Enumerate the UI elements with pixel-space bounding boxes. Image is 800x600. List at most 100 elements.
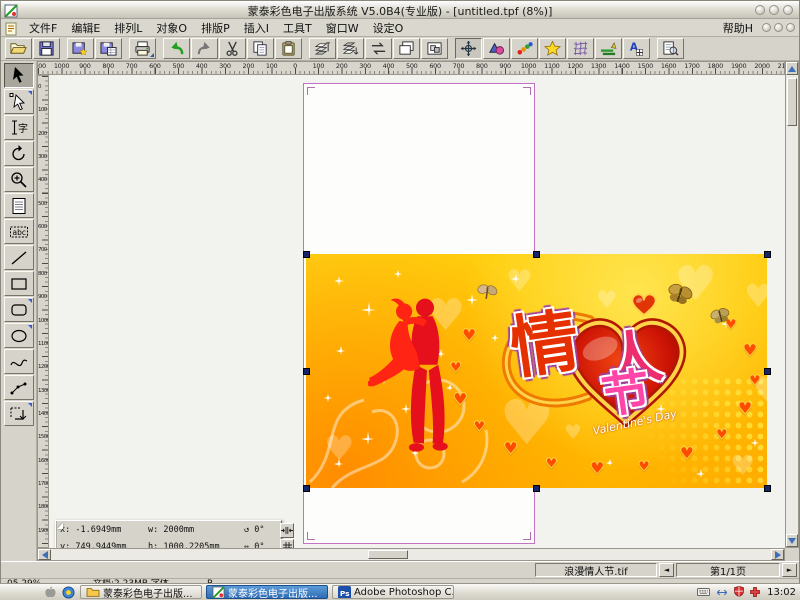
menu-item-1[interactable]: 文件F: [22, 19, 64, 37]
doc-restore-button[interactable]: [774, 23, 783, 32]
cut-button[interactable]: [219, 38, 246, 59]
export-image-button[interactable]: [67, 38, 94, 59]
paste-button[interactable]: [275, 38, 302, 59]
quick-launch-icon[interactable]: [61, 585, 76, 599]
canvas[interactable]: ♥♥♥♥♥♥♥♥♥♥♥: [49, 75, 787, 548]
h-ruler-label: 400: [196, 62, 208, 70]
h-ruler-label: 200: [336, 62, 348, 70]
duplicate-button[interactable]: [393, 38, 420, 59]
shield-icon[interactable]: [733, 583, 745, 600]
menu-item-7[interactable]: 工具T: [276, 19, 319, 37]
selection-handle[interactable]: [764, 485, 771, 492]
doc-close-button[interactable]: [786, 23, 795, 32]
undo-icon: [167, 40, 186, 57]
snap-toggle-button[interactable]: [280, 523, 294, 538]
rotate-tool-icon: [8, 144, 30, 164]
selection-handle[interactable]: [533, 251, 540, 258]
mesh-button[interactable]: [567, 38, 594, 59]
horizontal-scroll-thumb[interactable]: [368, 550, 408, 559]
doc-minimize-button[interactable]: [762, 23, 771, 32]
menu-item-5[interactable]: 排版P: [194, 19, 237, 37]
colors-button[interactable]: [511, 38, 538, 59]
menu-item-4[interactable]: 对象O: [149, 19, 194, 37]
next-page-button[interactable]: ►: [782, 563, 797, 577]
page-tool-button[interactable]: [4, 193, 34, 218]
star-button[interactable]: [539, 38, 566, 59]
h-ruler-label: 2000: [754, 62, 769, 70]
keyboard-icon[interactable]: [696, 583, 711, 600]
send-back-button[interactable]: [337, 38, 364, 59]
network-icon[interactable]: [715, 583, 729, 600]
shapes-button[interactable]: [483, 38, 510, 59]
apple-icon[interactable]: [42, 585, 57, 599]
undo-button[interactable]: [163, 38, 190, 59]
minimize-button[interactable]: [755, 5, 765, 15]
info-box-grip[interactable]: [56, 521, 57, 548]
v-ruler-label: 900: [38, 294, 49, 300]
ring-heart: ♥: [503, 441, 518, 458]
menu-item-9[interactable]: 设定O: [366, 19, 411, 37]
preview-button[interactable]: [657, 38, 684, 59]
scroll-right-button[interactable]: [771, 549, 784, 560]
select-tool-button[interactable]: [4, 63, 34, 88]
combine-button[interactable]: [421, 38, 448, 59]
menu-item-6[interactable]: 插入I: [237, 19, 276, 37]
node-select-tool-button[interactable]: [4, 89, 34, 114]
selection-handle[interactable]: [764, 368, 771, 375]
rect-tool-button[interactable]: [4, 271, 34, 296]
h-ruler-label: 300: [219, 62, 231, 70]
svg-text:abc: abc: [12, 227, 25, 236]
polyline-tool-button[interactable]: [4, 375, 34, 400]
selection-handle[interactable]: [303, 485, 310, 492]
text-format-button[interactable]: A: [623, 38, 650, 59]
round-rect-tool-button[interactable]: [4, 297, 34, 322]
previous-item-button[interactable]: ◄: [659, 563, 674, 577]
copy-button[interactable]: [247, 38, 274, 59]
menu-item-8[interactable]: 窗口W: [319, 19, 366, 37]
bring-front-button[interactable]: [309, 38, 336, 59]
menu-item-3[interactable]: 排列L: [107, 19, 149, 37]
colors-icon: [515, 40, 534, 57]
text-block-tool-button[interactable]: abc: [4, 219, 34, 244]
print-button[interactable]: [129, 38, 156, 59]
valentine-image[interactable]: ♥♥♥♥♥♥♥♥♥♥♥: [306, 254, 767, 488]
ellipse-tool-button[interactable]: [4, 323, 34, 348]
vertical-scroll-thumb[interactable]: [787, 78, 797, 126]
menu-item-2[interactable]: 编辑E: [64, 19, 107, 37]
text-tool-button[interactable]: 字: [4, 115, 34, 140]
line-tool-button[interactable]: [4, 245, 34, 270]
vertical-scrollbar[interactable]: [785, 61, 799, 548]
redo-button[interactable]: [191, 38, 218, 59]
scroll-up-button[interactable]: [786, 62, 798, 75]
selection-handle[interactable]: [533, 485, 540, 492]
red-cross-icon[interactable]: [749, 583, 761, 600]
scroll-down-button[interactable]: [786, 534, 798, 547]
maximize-button[interactable]: [769, 5, 779, 15]
horizontal-scrollbar[interactable]: [37, 548, 785, 561]
ground-button[interactable]: [595, 38, 622, 59]
rotate-tool-button[interactable]: [4, 141, 34, 166]
scroll-left-button[interactable]: [38, 549, 51, 560]
close-button[interactable]: [783, 5, 793, 15]
taskbar-button-2[interactable]: 蒙泰彩色电子出版...: [206, 585, 328, 599]
taskbar-button-3[interactable]: PsAdobe Photoshop C...: [332, 585, 454, 599]
h-ruler-label: 1700: [684, 62, 699, 70]
selection-handle[interactable]: [764, 251, 771, 258]
menu-item-help[interactable]: 帮助H: [723, 20, 753, 36]
curve-tool-button[interactable]: [4, 349, 34, 374]
open-button[interactable]: [5, 38, 32, 59]
save-button[interactable]: [33, 38, 60, 59]
zoom-tool-button[interactable]: [4, 167, 34, 192]
grid-toggle-button[interactable]: [280, 539, 294, 548]
swap-order-button[interactable]: [365, 38, 392, 59]
ring-heart: ♥: [453, 392, 468, 409]
save-page-button[interactable]: [95, 38, 122, 59]
ground-icon: [599, 40, 618, 57]
move-button[interactable]: [455, 38, 482, 59]
selection-handle[interactable]: [303, 368, 310, 375]
copy-icon: [251, 40, 270, 57]
selection-handle[interactable]: [303, 251, 310, 258]
taskbar-button-1[interactable]: 蒙泰彩色电子出版...: [80, 585, 202, 599]
ring-heart: ♥: [590, 461, 605, 478]
clip-tool-button[interactable]: [4, 401, 34, 426]
